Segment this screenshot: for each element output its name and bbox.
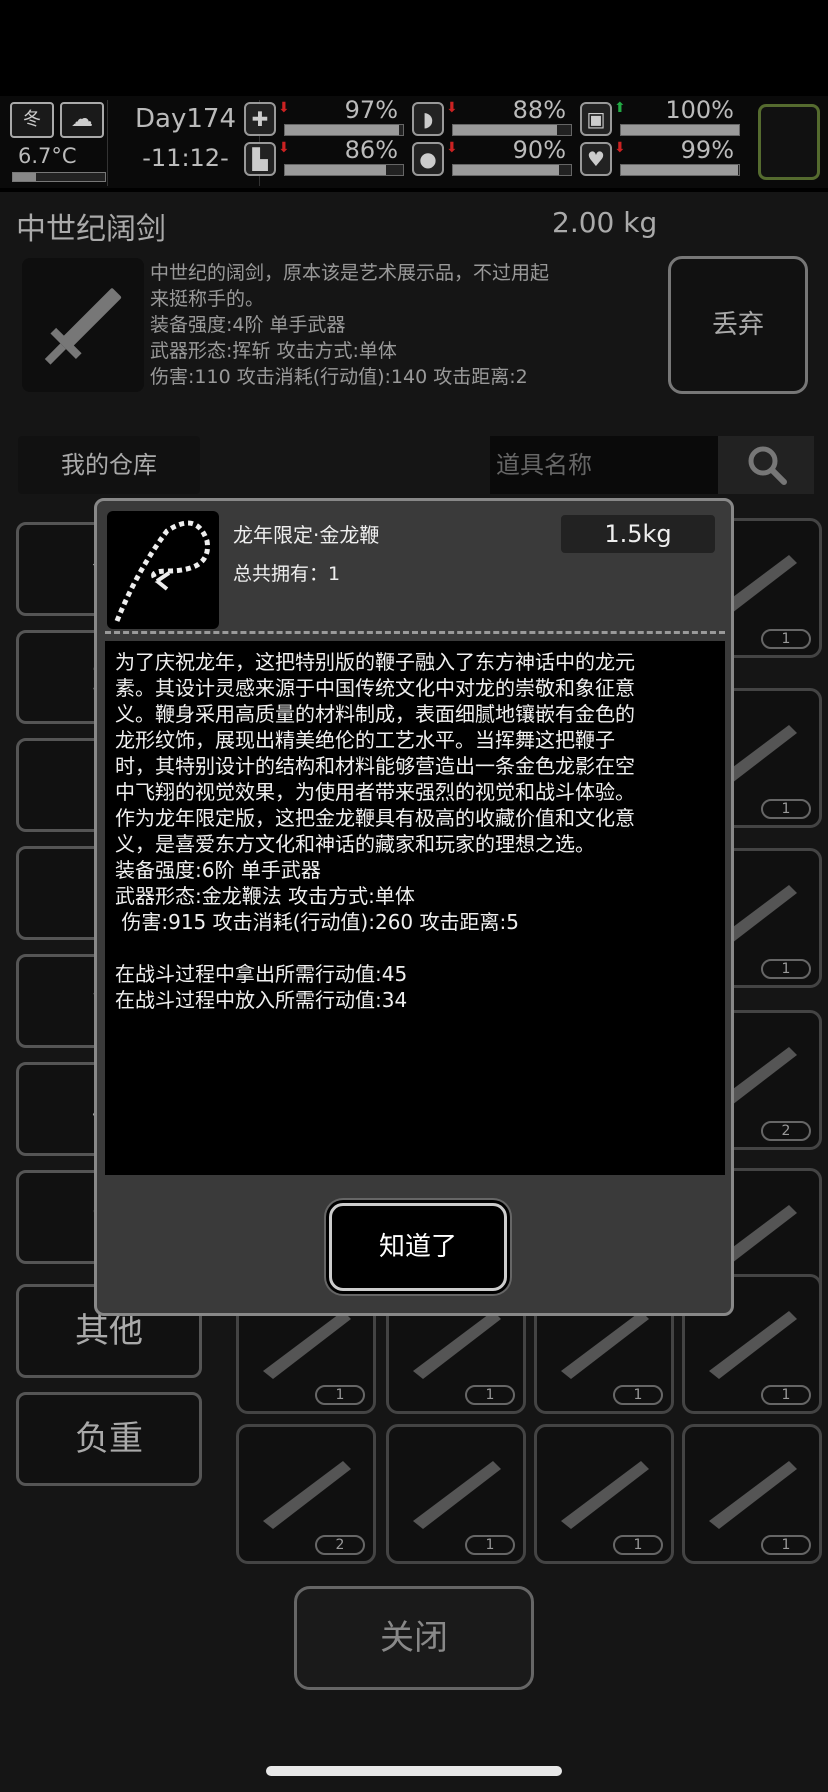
item-count: 1 [761, 959, 811, 979]
category-8[interactable]: 负重 [16, 1392, 202, 1486]
stat-armor: ▣ ⬆ 100% [580, 96, 740, 140]
stat-bar-fill [621, 125, 739, 135]
home-indicator[interactable] [266, 1766, 562, 1776]
item-detail-dialog: 龙年限定·金龙鞭 1.5kg 总共拥有：1 为了庆祝龙年，这把特别版的鞭子融入了… [94, 498, 734, 1316]
confirm-button[interactable]: 知道了 [329, 1203, 507, 1291]
day-counter: Day174 [135, 104, 236, 134]
item-count: 2 [761, 1121, 811, 1141]
weather-cloud-icon: ☁ [60, 102, 104, 138]
weapon-icon [561, 1461, 649, 1529]
inventory-slot[interactable]: 1 [682, 1424, 822, 1564]
stat-mood: ♥ ⬇ 99% [580, 136, 740, 180]
description-line: 武器形态:挥斩 攻击方式:单体 [150, 340, 397, 362]
weapon-icon [413, 1461, 501, 1529]
stat-bar-fill [453, 165, 560, 175]
stat-bar [452, 124, 572, 136]
stat-value: 97% [344, 96, 398, 124]
stat-stamina: ▙ ⬇ 86% [244, 136, 404, 180]
modal-item-description: 为了庆祝龙年，这把特别版的鞭子融入了东方神话中的龙元 素。其设计灵感来源于中国传… [115, 650, 635, 1012]
stat-thirst: ● ⬇ 90% [412, 136, 572, 180]
temperature-bar-fill [13, 173, 36, 181]
description-line: 装备强度:4阶 单手武器 [150, 314, 346, 336]
trend-arrow-icon: ⬇ [278, 100, 290, 116]
drop-button[interactable]: 丢弃 [668, 256, 808, 394]
selected-item-weight: 2.00 kg [552, 206, 658, 239]
item-count: 1 [613, 1385, 663, 1405]
clock-time: -11:12- [142, 144, 229, 172]
weapon-icon [263, 1461, 351, 1529]
stat-bar [452, 164, 572, 176]
item-count: 1 [761, 1535, 811, 1555]
item-count: 1 [613, 1535, 663, 1555]
description-line: 中世纪的阔剑，原本该是艺术展示品，不过用起 [150, 262, 550, 284]
stat-bar-fill [285, 165, 387, 175]
inventory-slot[interactable]: 2 [236, 1424, 376, 1564]
selected-item-thumbnail [22, 258, 144, 392]
search-input[interactable] [490, 436, 718, 494]
stat-value: 88% [512, 96, 566, 124]
item-count: 1 [761, 799, 811, 819]
stat-value: 99% [680, 136, 734, 164]
heart-icon: ♥ [580, 142, 612, 176]
modal-item-thumbnail [107, 511, 219, 629]
trend-arrow-icon: ⬆ [614, 100, 626, 116]
stat-bar [620, 164, 740, 176]
season-weather-panel: 冬 ☁ 6.7°C [8, 100, 108, 186]
stat-health: ✚ ⬇ 97% [244, 96, 404, 140]
boot-icon: ▙ [244, 142, 276, 176]
inventory-slot[interactable]: 1 [386, 1424, 526, 1564]
close-button[interactable]: 关闭 [294, 1586, 534, 1690]
stat-bar-fill [621, 165, 738, 175]
whip-icon [114, 520, 210, 622]
shield-icon: ▣ [580, 102, 612, 136]
trend-arrow-icon: ⬇ [278, 140, 290, 156]
modal-item-weight: 1.5kg [561, 515, 715, 553]
trend-arrow-icon: ⬇ [446, 100, 458, 116]
temperature-bar [12, 172, 106, 182]
stomach-icon: ◗ [412, 102, 444, 136]
modal-description-area[interactable]: 为了庆祝龙年，这把特别版的鞭子融入了东方神话中的龙元 素。其设计灵感来源于中国传… [105, 641, 725, 1175]
stat-bar [620, 124, 740, 136]
stat-bar [284, 124, 404, 136]
item-count: 1 [761, 1385, 811, 1405]
modal-divider [105, 631, 725, 634]
status-menu-button[interactable] [758, 104, 820, 180]
selected-item-description: 中世纪的阔剑，原本该是艺术展示品，不过用起 来挺称手的。装备强度:4阶 单手武器武… [150, 260, 650, 390]
day-time-panel: Day174 -11:12- [112, 100, 260, 186]
item-count: 1 [315, 1385, 365, 1405]
season-icon: 冬 [10, 102, 54, 138]
description-line: 来挺称手的。 [150, 288, 265, 310]
tab-my-storage[interactable]: 我的仓库 [18, 436, 200, 494]
item-count: 2 [315, 1535, 365, 1555]
stat-hunger: ◗ ⬇ 88% [412, 96, 572, 140]
modal-owned-count: 总共拥有：1 [233, 563, 341, 585]
search-button[interactable] [718, 436, 814, 494]
item-count: 1 [465, 1385, 515, 1405]
stat-bar-fill [453, 125, 557, 135]
trend-arrow-icon: ⬇ [446, 140, 458, 156]
inventory-slot[interactable]: 1 [534, 1424, 674, 1564]
description-line: 伤害:110 攻击消耗(行动值):140 攻击距离:2 [150, 366, 528, 388]
water-drop-icon: ● [412, 142, 444, 176]
selected-item-name: 中世纪阔剑 [16, 212, 166, 247]
stat-value: 86% [344, 136, 398, 164]
search-icon [748, 446, 787, 485]
stat-bar [284, 164, 404, 176]
sword-icon [44, 288, 122, 365]
stat-bar-fill [285, 125, 400, 135]
stat-value: 90% [512, 136, 566, 164]
trend-arrow-icon: ⬇ [614, 140, 626, 156]
weapon-icon [709, 1461, 797, 1529]
item-count: 1 [761, 629, 811, 649]
medkit-icon: ✚ [244, 102, 276, 136]
modal-item-title: 龙年限定·金龙鞭 [233, 523, 380, 547]
temperature-readout: 6.7°C [18, 144, 77, 168]
stat-value: 100% [665, 96, 734, 124]
item-count: 1 [465, 1535, 515, 1555]
